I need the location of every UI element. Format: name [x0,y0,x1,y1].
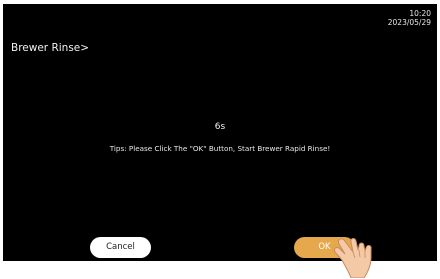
cancel-button[interactable]: Cancel [90,237,151,258]
touch-screen: 10:20 2023/05/29 Brewer Rinse> 6s Tips: … [3,4,437,261]
hand-pointer-icon [334,238,372,278]
clock-time: 10:20 [409,9,431,18]
clock-date: 2023/05/29 [387,18,431,27]
page-title-brewer-rinse[interactable]: Brewer Rinse> [11,42,89,54]
countdown-timer: 6s [214,122,226,132]
tips-message: Tips: Please Click The "OK" Button, Star… [109,144,331,153]
status-clock: 10:20 2023/05/29 [388,9,431,27]
